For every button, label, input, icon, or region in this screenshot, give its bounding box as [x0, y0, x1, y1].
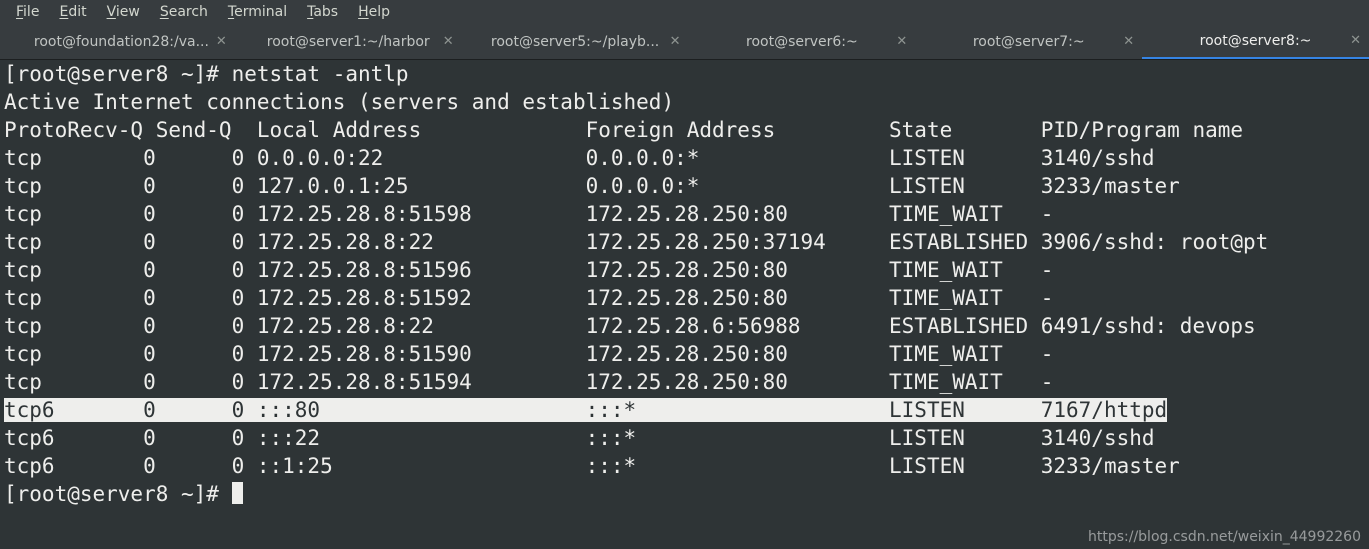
- table-row: tcp 0 0 0.0.0.0:22 0.0.0.0:* LISTEN 3140…: [4, 144, 1365, 172]
- terminal-tab-2[interactable]: root@server5:~/playb... ✕: [462, 24, 689, 59]
- tab-bar: root@foundation28:/va...✕root@server1:~/…: [0, 24, 1369, 60]
- terminal-tab-0[interactable]: root@foundation28:/va... ✕: [8, 24, 235, 59]
- table-row: tcp6 0 0 ::1:25 :::* LISTEN 3233/master: [4, 452, 1365, 480]
- netstat-header: ProtoRecv-Q Send-Q Local Address Foreign…: [4, 116, 1365, 144]
- table-row: tcp 0 0 127.0.0.1:25 0.0.0.0:* LISTEN 32…: [4, 172, 1365, 200]
- menu-view[interactable]: View: [97, 2, 150, 22]
- tab-label: root@foundation28:/va...: [34, 34, 209, 50]
- table-row: tcp6 0 0 :::22 :::* LISTEN 3140/sshd: [4, 424, 1365, 452]
- menubar: FileEditViewSearchTerminalTabsHelp: [0, 0, 1369, 24]
- terminal-tab-1[interactable]: root@server1:~/harbor ✕: [235, 24, 462, 59]
- table-row: tcp6 0 0 :::80 :::* LISTEN 7167/httpd: [4, 396, 1365, 424]
- tab-label: root@server5:~/playb...: [491, 34, 659, 50]
- menu-terminal[interactable]: Terminal: [218, 2, 297, 22]
- menu-file[interactable]: File: [6, 2, 49, 22]
- menu-tabs[interactable]: Tabs: [297, 2, 348, 22]
- table-row: tcp 0 0 172.25.28.8:22 172.25.28.6:56988…: [4, 312, 1365, 340]
- tab-label: root@server6:~: [746, 34, 858, 50]
- cursor: [232, 482, 243, 504]
- close-icon[interactable]: ✕: [896, 34, 907, 49]
- close-icon[interactable]: ✕: [670, 34, 681, 49]
- table-row: tcp 0 0 172.25.28.8:51590 172.25.28.250:…: [4, 340, 1365, 368]
- watermark: https://blog.csdn.net/weixin_44992260: [1088, 529, 1361, 545]
- terminal-tab-4[interactable]: root@server7:~ ✕: [915, 24, 1142, 59]
- menu-search[interactable]: Search: [150, 2, 218, 22]
- terminal-tab-3[interactable]: root@server6:~ ✕: [688, 24, 915, 59]
- table-row: tcp 0 0 172.25.28.8:51594 172.25.28.250:…: [4, 368, 1365, 396]
- close-icon[interactable]: ✕: [216, 34, 227, 49]
- menu-edit[interactable]: Edit: [49, 2, 96, 22]
- terminal-tab-5[interactable]: root@server8:~ ✕: [1142, 24, 1369, 59]
- table-row: tcp 0 0 172.25.28.8:51592 172.25.28.250:…: [4, 284, 1365, 312]
- netstat-title: Active Internet connections (servers and…: [4, 88, 1365, 116]
- prompt-line: [root@server8 ~]#: [4, 480, 1365, 508]
- table-row: tcp 0 0 172.25.28.8:51596 172.25.28.250:…: [4, 256, 1365, 284]
- close-icon[interactable]: ✕: [443, 34, 454, 49]
- command-line: [root@server8 ~]# netstat -antlp: [4, 60, 1365, 88]
- terminal-output[interactable]: [root@server8 ~]# netstat -antlpActive I…: [0, 60, 1369, 508]
- tab-label: root@server7:~: [973, 34, 1085, 50]
- close-icon[interactable]: ✕: [1123, 34, 1134, 49]
- table-row: tcp 0 0 172.25.28.8:51598 172.25.28.250:…: [4, 200, 1365, 228]
- table-row: tcp 0 0 172.25.28.8:22 172.25.28.250:371…: [4, 228, 1365, 256]
- tab-label: root@server8:~: [1200, 33, 1312, 49]
- menu-help[interactable]: Help: [348, 2, 400, 22]
- tab-label: root@server1:~/harbor: [267, 34, 430, 50]
- close-icon[interactable]: ✕: [1350, 33, 1361, 48]
